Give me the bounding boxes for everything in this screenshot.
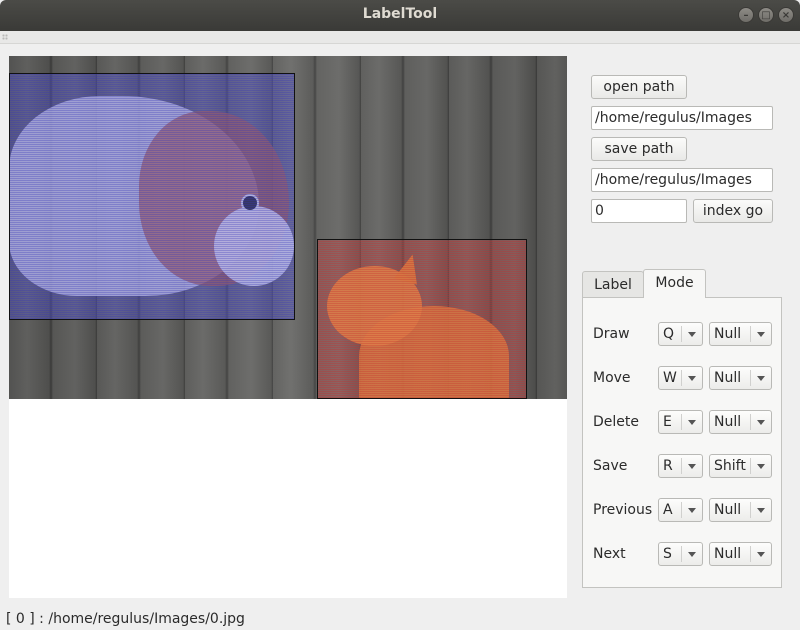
save-path-button[interactable]: save path [591, 137, 687, 161]
toolbar-grip-icon[interactable] [2, 34, 8, 40]
index-field[interactable]: 0 [591, 199, 687, 223]
next-key-select[interactable]: S [658, 542, 703, 566]
open-path-button[interactable]: open path [591, 75, 687, 99]
chevron-down-icon [757, 508, 765, 513]
draw-key-select[interactable]: Q [658, 322, 703, 346]
chevron-down-icon [688, 376, 696, 381]
chevron-down-icon [757, 420, 765, 425]
bounding-box-cat[interactable] [317, 239, 527, 399]
delete-label: Delete [593, 414, 639, 430]
tab-label[interactable]: Label [582, 271, 644, 299]
save-key-select[interactable]: R [658, 454, 703, 478]
tab-mode[interactable]: Mode [643, 269, 706, 298]
mode-panel: Draw Q Null Move W Null Delete E Null Sa… [582, 297, 782, 588]
next-label: Next [593, 546, 626, 562]
window-title: LabelTool [362, 6, 438, 22]
move-modifier-select[interactable]: Null [709, 366, 772, 390]
image-canvas[interactable] [9, 56, 567, 598]
save-label: Save [593, 458, 628, 474]
previous-key-select[interactable]: A [658, 498, 703, 522]
title-bar: – □ × LabelTool [0, 0, 800, 31]
chevron-down-icon [688, 508, 696, 513]
chevron-down-icon [757, 332, 765, 337]
move-key-select[interactable]: W [658, 366, 703, 390]
save-path-field[interactable]: /home/regulus/Images [591, 168, 773, 192]
delete-key-select[interactable]: E [658, 410, 703, 434]
chevron-down-icon [688, 552, 696, 557]
draw-label: Draw [593, 326, 630, 342]
chevron-down-icon [688, 420, 696, 425]
chevron-down-icon [757, 376, 765, 381]
chevron-down-icon [688, 464, 696, 469]
chevron-down-icon [688, 332, 696, 337]
save-modifier-select[interactable]: Shift [709, 454, 772, 478]
chevron-down-icon [757, 552, 765, 557]
menu-bar [0, 31, 800, 44]
move-label: Move [593, 370, 631, 386]
chevron-down-icon [757, 464, 765, 469]
open-path-field[interactable]: /home/regulus/Images [591, 106, 773, 130]
draw-modifier-select[interactable]: Null [709, 322, 772, 346]
previous-label: Previous [593, 502, 653, 518]
status-bar: [ 0 ] : /home/regulus/Images/0.jpg [0, 608, 800, 630]
previous-modifier-select[interactable]: Null [709, 498, 772, 522]
status-text: [ 0 ] : /home/regulus/Images/0.jpg [6, 611, 245, 627]
bounding-box-dog[interactable] [9, 73, 295, 320]
delete-modifier-select[interactable]: Null [709, 410, 772, 434]
image-photo[interactable] [9, 56, 567, 399]
index-go-button[interactable]: index go [693, 199, 773, 223]
next-modifier-select[interactable]: Null [709, 542, 772, 566]
